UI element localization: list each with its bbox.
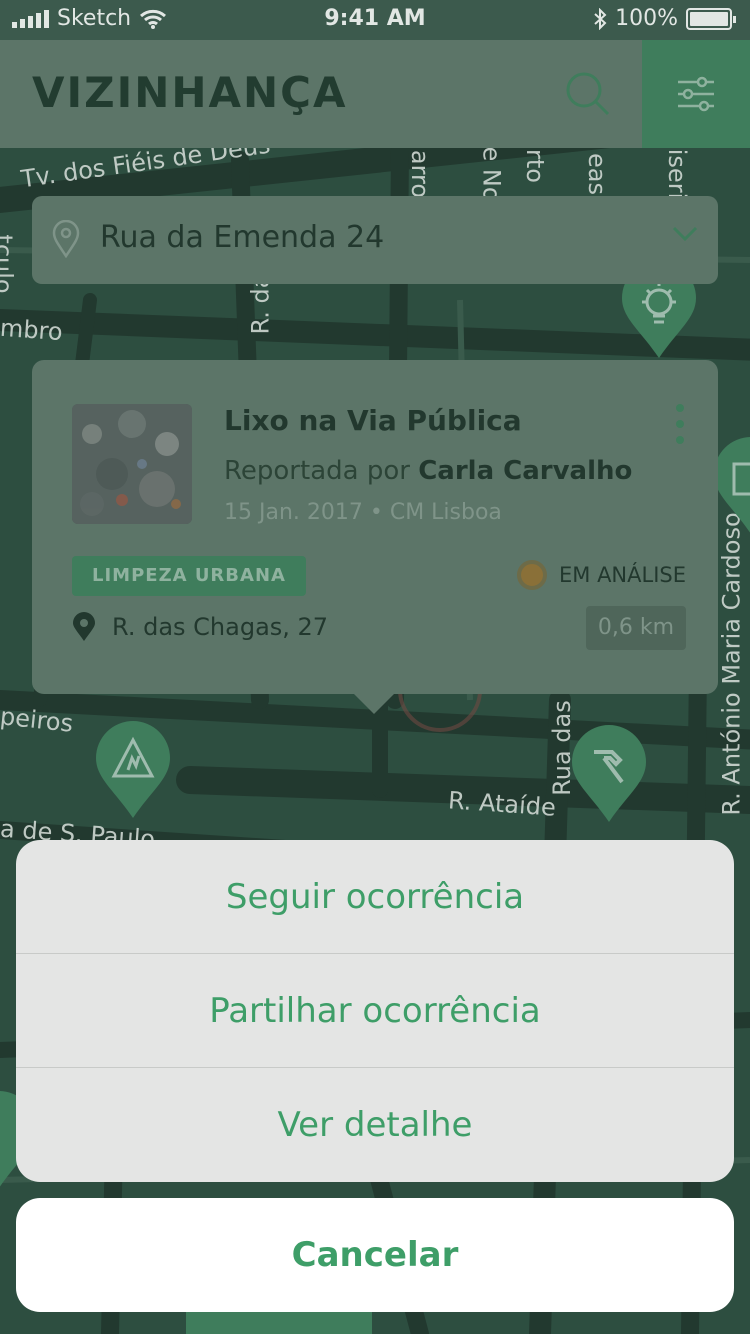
chevron-down-icon — [672, 226, 698, 242]
occurrence-photo — [72, 404, 192, 524]
follow-occurrence-button[interactable]: Seguir ocorrência — [16, 840, 734, 954]
location-text: R. das Chagas, 27 — [112, 613, 329, 641]
occurrence-meta: 15 Jan. 2017 • CM Lisboa — [224, 500, 502, 525]
hammer-pin[interactable] — [570, 724, 648, 824]
occurrence-card[interactable]: Lixo na Via Pública Reportada por Carla … — [32, 360, 718, 714]
street-label: mbro — [0, 313, 64, 347]
action-sheet: Seguir ocorrência Partilhar ocorrência V… — [16, 840, 734, 1182]
app-header: VIZINHANÇA — [0, 40, 750, 148]
street-label: iseri — [663, 148, 692, 200]
search-icon — [566, 72, 610, 116]
location-pin-icon — [52, 220, 80, 258]
status-dot — [517, 560, 547, 590]
reported-by: Reportada por Carla Carvalho — [224, 456, 633, 486]
location-pin-icon — [73, 612, 95, 641]
street-label: R. António Maria Cardoso — [717, 512, 746, 816]
address-value: Rua da Emenda 24 — [100, 220, 385, 255]
bluetooth-icon — [594, 7, 607, 30]
street-label: e No — [477, 146, 506, 202]
battery-percent: 100% — [615, 6, 678, 31]
search-button[interactable] — [562, 68, 614, 120]
street-label: eas — [582, 153, 611, 195]
share-occurrence-button[interactable]: Partilhar ocorrência — [16, 954, 734, 1068]
category-badge: LIMPEZA URBANA — [72, 556, 306, 596]
occurrence-location: R. das Chagas, 27 — [72, 612, 328, 642]
status-label: EM ANÁLISE — [559, 563, 686, 587]
street-label: arro — [406, 149, 435, 199]
view-detail-button[interactable]: Ver detalhe — [16, 1068, 734, 1182]
page-title: VIZINHANÇA — [32, 68, 348, 117]
address-selector[interactable]: Rua da Emenda 24 — [32, 196, 718, 284]
filter-button[interactable] — [642, 40, 750, 148]
distance-badge: 0,6 km — [585, 606, 686, 650]
tab-bar-active-indicator — [186, 1312, 372, 1334]
traffic-sign-pin[interactable] — [94, 720, 172, 820]
cancel-button[interactable]: Cancelar — [16, 1198, 734, 1312]
street-label: rto — [520, 149, 549, 183]
reporter-name: Carla Carvalho — [418, 456, 633, 486]
status-indicator: EM ANÁLISE — [517, 560, 686, 590]
battery-icon — [686, 7, 736, 30]
street-label: tculo — [0, 234, 18, 294]
more-vertical-icon[interactable] — [676, 404, 688, 452]
occurrence-title: Lixo na Via Pública — [224, 404, 522, 437]
filter-sliders-icon — [678, 76, 714, 112]
status-bar: Sketch 9:41 AM 100% — [0, 0, 750, 40]
